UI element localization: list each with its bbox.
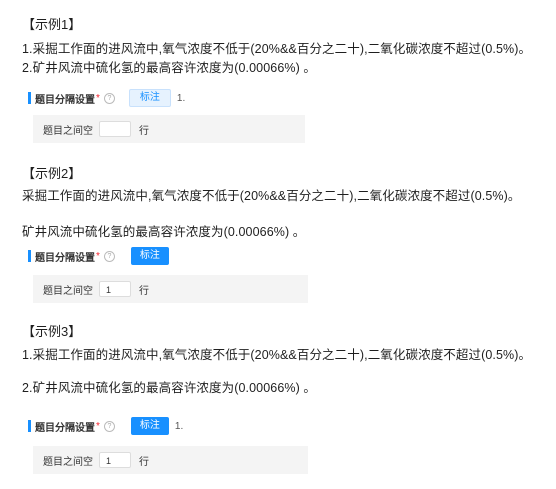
mark-result-text: 1. xyxy=(176,92,186,104)
example-3-header: 【示例3】 xyxy=(22,324,82,339)
example-2-line-1: 采掘工作面的进风流中,氧气浓度不低于(20%&&百分之二十),二氧化碳浓度不超过… xyxy=(22,189,521,203)
mark-button[interactable]: 标注 xyxy=(130,417,169,435)
example-1-separator-setting: 题目分隔设置 * ? 标注 1. xyxy=(28,89,185,107)
example-1-line-2: 2.矿井风流中硫化氢的最高容许浓度为(0.00066%) 。 xyxy=(22,61,317,75)
spacing-unit: 行 xyxy=(139,285,149,297)
example-3-line-1: 1.采掘工作面的进风流中,氧气浓度不低于(20%&&百分之二十),二氧化碳浓度不… xyxy=(22,348,532,362)
help-icon[interactable]: ? xyxy=(103,420,115,432)
example-2-header: 【示例2】 xyxy=(22,166,82,181)
section-marker xyxy=(28,420,31,432)
spacing-label: 题目之间空 xyxy=(43,456,93,468)
spacing-label: 题目之间空 xyxy=(43,125,93,137)
mark-button[interactable]: 标注 xyxy=(128,89,171,107)
example-1-spacing-panel: 题目之间空 行 xyxy=(33,115,305,143)
example-3-spacing-panel: 题目之间空 1 行 xyxy=(33,446,308,474)
example-3-separator-setting: 题目分隔设置 * ? 标注 1. xyxy=(28,417,183,435)
example-1-header: 【示例1】 xyxy=(22,17,82,32)
example-3-line-2: 2.矿井风流中硫化氢的最高容许浓度为(0.00066%) 。 xyxy=(22,381,317,395)
required-mark: * xyxy=(96,420,100,432)
separator-setting-label: 题目分隔设置 xyxy=(35,94,95,106)
spacing-unit: 行 xyxy=(139,125,149,137)
example-2-spacing-panel: 题目之间空 1 行 xyxy=(33,275,308,303)
section-marker xyxy=(28,250,31,262)
example-1-line-1: 1.采掘工作面的进风流中,氧气浓度不低于(20%&&百分之二十),二氧化碳浓度不… xyxy=(22,42,532,56)
required-mark: * xyxy=(96,92,100,104)
spacing-input[interactable]: 1 xyxy=(99,281,131,297)
help-icon[interactable]: ? xyxy=(103,250,115,262)
spacing-input[interactable] xyxy=(99,121,131,137)
example-2-line-2: 矿井风流中硫化氢的最高容许浓度为(0.00066%) 。 xyxy=(22,225,306,239)
mark-button[interactable]: 标注 xyxy=(130,247,169,265)
section-marker xyxy=(28,92,31,104)
example-2-separator-setting: 题目分隔设置 * ? 标注 xyxy=(28,247,169,265)
spacing-label: 题目之间空 xyxy=(43,285,93,297)
required-mark: * xyxy=(96,250,100,262)
separator-setting-label: 题目分隔设置 xyxy=(35,252,95,264)
separator-setting-label: 题目分隔设置 xyxy=(35,422,95,434)
help-icon[interactable]: ? xyxy=(103,92,115,104)
mark-result-text: 1. xyxy=(174,420,184,432)
spacing-unit: 行 xyxy=(139,456,149,468)
spacing-input[interactable]: 1 xyxy=(99,452,131,468)
